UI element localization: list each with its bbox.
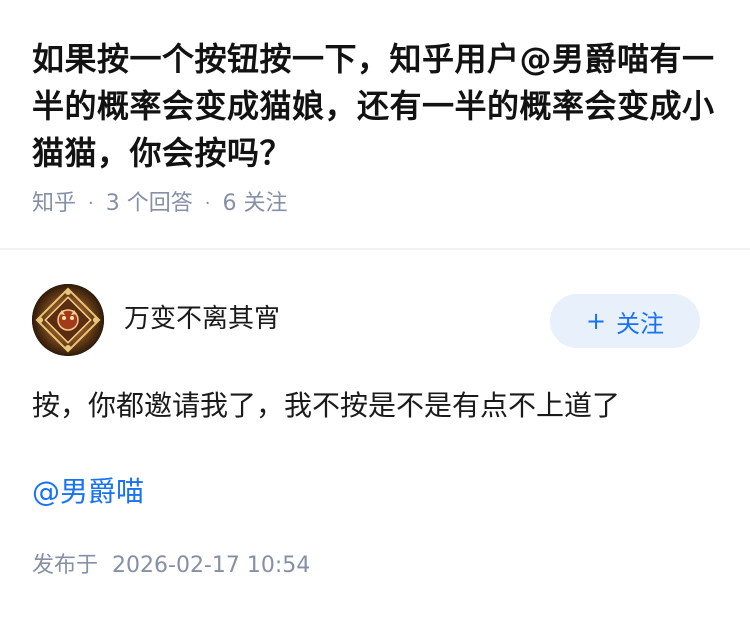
user-mention-link[interactable]: @男爵喵 xyxy=(32,472,144,512)
ornate-cat-avatar-icon xyxy=(32,284,104,356)
plus-icon: + xyxy=(585,307,607,335)
publish-info: 发布于 2026-02-17 10:54 xyxy=(32,550,310,582)
publish-label: 发布于 xyxy=(32,553,99,578)
follow-button[interactable]: + 关注 xyxy=(550,294,700,348)
avatar[interactable] xyxy=(32,284,104,356)
meta-separator: · xyxy=(204,193,211,214)
question-meta: 知乎 · 3 个回答 · 6 关注 xyxy=(32,189,722,219)
follow-count[interactable]: 6 关注 xyxy=(222,189,287,219)
author-row: 万变不离其宵 + 关注 xyxy=(32,284,700,356)
follow-button-label: 关注 xyxy=(616,309,665,338)
question-header: 如果按一个按钮按一下，知乎用户@男爵喵有一半的概率会变成猫娘，还有一半的概率会变… xyxy=(32,36,722,219)
answer-content: 按，你都邀请我了，我不按是不是有点不上道了 xyxy=(32,389,621,422)
source-label[interactable]: 知乎 xyxy=(32,189,76,219)
meta-separator: · xyxy=(88,193,94,214)
answers-count[interactable]: 3 个回答 xyxy=(106,189,193,219)
author-name[interactable]: 万变不离其宵 xyxy=(124,302,280,336)
publish-time: 2026-02-17 10:54 xyxy=(112,553,311,578)
question-title[interactable]: 如果按一个按钮按一下，知乎用户@男爵喵有一半的概率会变成猫娘，还有一半的概率会变… xyxy=(32,36,722,177)
section-divider xyxy=(0,248,750,250)
